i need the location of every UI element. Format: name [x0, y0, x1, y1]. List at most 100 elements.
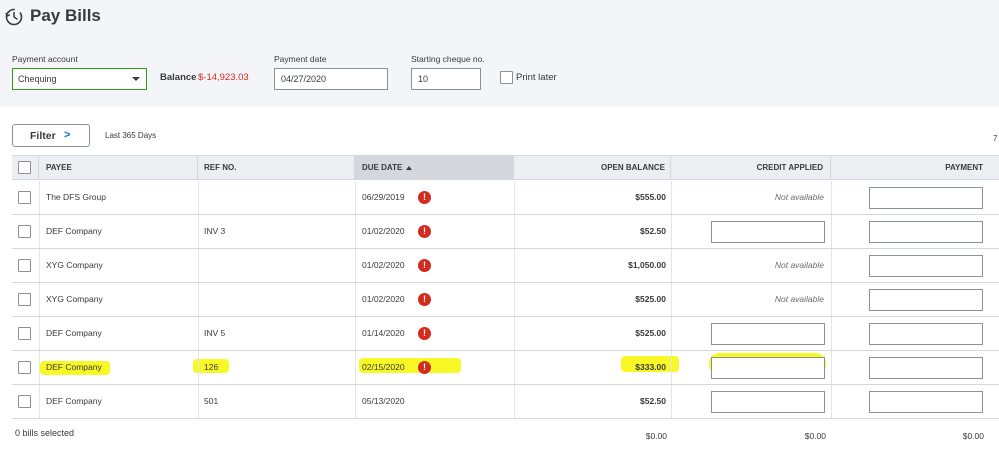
row-checkbox[interactable] [18, 259, 31, 272]
payee-cell: XYG Company [46, 294, 103, 304]
col-divider [39, 317, 40, 350]
header-due-date[interactable]: DUE DATE [355, 156, 514, 179]
payment-input[interactable] [869, 357, 983, 379]
col-divider [198, 249, 199, 282]
col-divider [355, 215, 356, 248]
payee-cell: DEF Company [46, 396, 102, 406]
header-payee[interactable]: PAYEE [39, 156, 198, 179]
row-checkbox[interactable] [18, 395, 31, 408]
filter-button[interactable]: Filter > [12, 124, 90, 147]
alert-icon[interactable]: ! [418, 225, 431, 238]
due-date-cell: 05/13/2020 [362, 396, 405, 406]
row-checkbox[interactable] [18, 293, 31, 306]
total-open-balance: $0.00 [645, 431, 667, 441]
table-row[interactable]: XYG Company 01/02/2020! $1,050.00 Not avail… [12, 249, 999, 283]
select-all-checkbox[interactable] [18, 161, 31, 174]
col-divider [39, 385, 40, 418]
header-select-all-cell [12, 156, 39, 179]
alert-icon[interactable]: ! [418, 293, 431, 306]
print-later-checkbox[interactable] [500, 71, 513, 84]
payment-account-select[interactable]: Chequing [12, 68, 147, 90]
credit-applied-input[interactable] [711, 357, 825, 379]
payment-input[interactable] [869, 221, 983, 243]
due-date-cell: 01/02/2020 [362, 226, 405, 236]
table-row[interactable]: DEF Company 126 02/15/2020! $333.00 [12, 351, 999, 385]
col-divider [355, 351, 356, 384]
table-row[interactable]: DEF Company 501 05/13/2020 $52.50 [12, 385, 999, 419]
col-divider [831, 351, 832, 384]
ref-no-cell: 501 [204, 396, 219, 406]
payee-cell: The DFS Group [46, 192, 106, 202]
open-balance-cell: $52.50 [640, 396, 666, 406]
credit-applied-input[interactable] [711, 221, 825, 243]
balance-label: Balance [160, 72, 197, 83]
table-row[interactable]: XYG Company 01/02/2020! $525.00 Not availab… [12, 283, 999, 317]
credit-not-available: Not available [774, 294, 824, 304]
col-divider [671, 351, 672, 384]
total-credit-applied: $0.00 [804, 431, 826, 441]
col-divider [39, 283, 40, 316]
due-date-cell: 02/15/2020 [362, 362, 405, 372]
col-divider [39, 181, 40, 214]
table-row[interactable]: DEF Company INV 3 01/02/2020! $52.50 [12, 215, 999, 249]
payment-input[interactable] [869, 323, 983, 345]
col-divider [39, 249, 40, 282]
ref-no-cell: INV 3 [204, 226, 226, 236]
header-ref-no[interactable]: REF NO. [198, 156, 355, 179]
col-divider [831, 317, 832, 350]
sort-ascending-icon [406, 165, 413, 170]
payment-input[interactable] [869, 391, 983, 413]
header-payment[interactable]: PAYMENT [831, 156, 999, 179]
payment-input[interactable] [869, 289, 983, 311]
alert-icon[interactable]: ! [418, 327, 431, 340]
credit-applied-input[interactable] [711, 391, 825, 413]
table-header: PAYEE REF NO. DUE DATE OPEN BALANCE CRED… [12, 155, 999, 180]
col-divider [671, 181, 672, 214]
table-row[interactable]: DEF Company INV 5 01/14/2020! $525.00 [12, 317, 999, 351]
header-credit-applied[interactable]: CREDIT APPLIED [671, 156, 831, 179]
col-divider [198, 283, 199, 316]
col-divider [198, 317, 199, 350]
payee-cell: DEF Company [46, 328, 102, 338]
col-divider [671, 249, 672, 282]
header-panel: Pay Bills Payment account Chequing Balan… [0, 0, 999, 107]
ref-no-cell: INV 5 [204, 328, 226, 338]
clock-refresh-icon [5, 8, 23, 26]
col-divider [514, 385, 515, 418]
page-title: Pay Bills [30, 6, 101, 25]
row-checkbox[interactable] [18, 327, 31, 340]
col-divider [514, 215, 515, 248]
payment-input[interactable] [869, 187, 983, 209]
open-balance-cell: $555.00 [635, 192, 666, 202]
payee-cell: XYG Company [46, 260, 103, 270]
row-checkbox[interactable] [18, 361, 31, 374]
alert-icon[interactable]: ! [418, 361, 431, 374]
col-divider [355, 249, 356, 282]
bills-selected-count: 0 bills selected [15, 428, 75, 438]
col-divider [831, 215, 832, 248]
header-due-date-label: DUE DATE [362, 163, 403, 172]
col-divider [671, 317, 672, 350]
col-divider [671, 215, 672, 248]
payment-date-input[interactable]: 04/27/2020 [274, 68, 388, 90]
credit-applied-input[interactable] [711, 323, 825, 345]
col-divider [831, 385, 832, 418]
balance-value: $-14,923.03 [198, 72, 249, 83]
starting-cheque-input[interactable]: 10 [411, 68, 481, 90]
open-balance-cell: $525.00 [635, 328, 666, 338]
row-checkbox[interactable] [18, 225, 31, 238]
col-divider [514, 249, 515, 282]
chevron-down-icon[interactable] [132, 77, 140, 81]
payment-input[interactable] [869, 255, 983, 277]
row-checkbox[interactable] [18, 191, 31, 204]
payment-account-label: Payment account [12, 54, 78, 64]
col-divider [671, 385, 672, 418]
table-row[interactable]: The DFS Group 06/29/2019! $555.00 Not avail… [12, 181, 999, 215]
alert-icon[interactable]: ! [418, 191, 431, 204]
ref-no-cell: 126 [204, 362, 219, 372]
header-open-balance[interactable]: OPEN BALANCE [514, 156, 671, 179]
chevron-right-icon: > [64, 129, 71, 141]
col-divider [355, 317, 356, 350]
open-balance-cell: $1,050.00 [628, 260, 666, 270]
alert-icon[interactable]: ! [418, 259, 431, 272]
